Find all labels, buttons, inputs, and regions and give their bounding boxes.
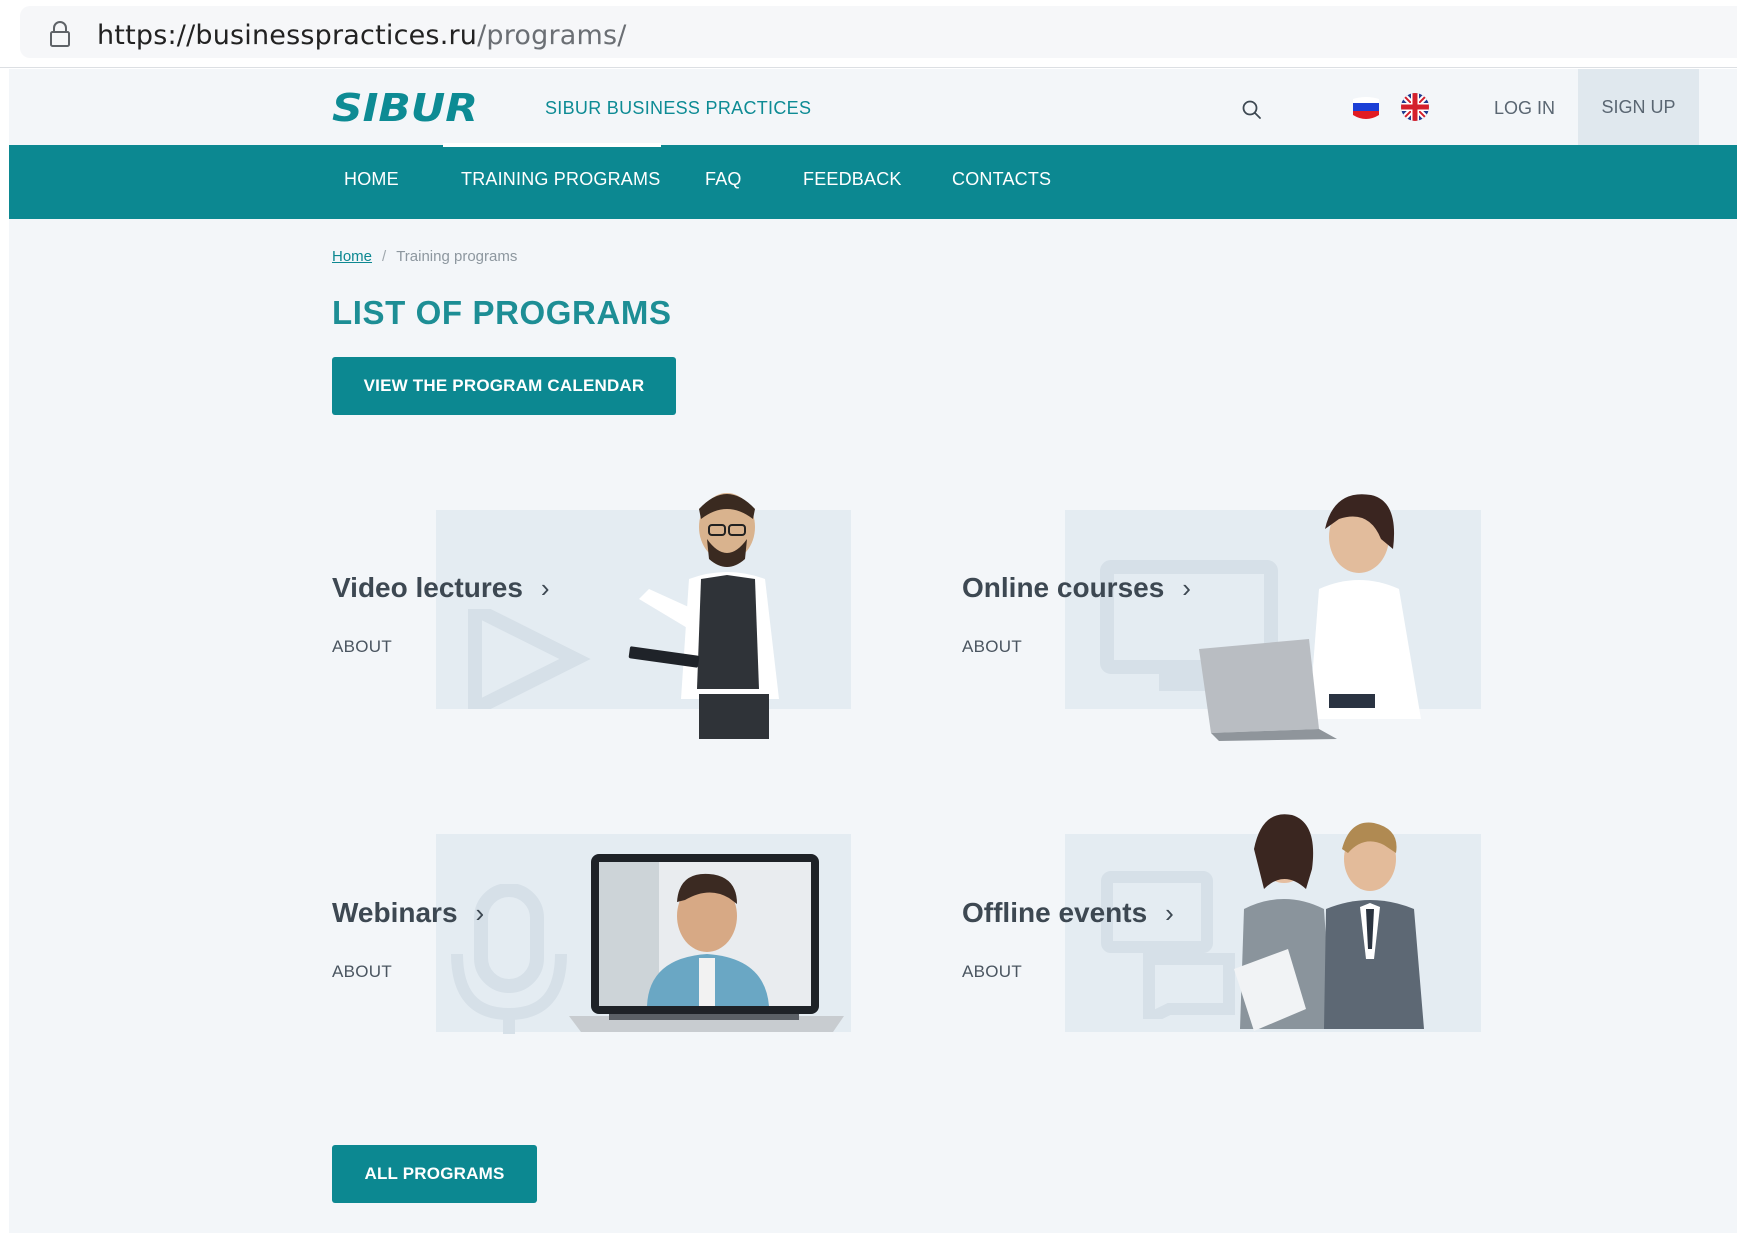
nav-active-indicator	[443, 143, 661, 147]
main-nav: HOME TRAINING PROGRAMS FAQ FEEDBACK CONT…	[9, 145, 1737, 219]
breadcrumb: Home / Training programs	[332, 248, 517, 265]
url-path: /programs/	[477, 20, 627, 51]
view-calendar-button[interactable]: VIEW THE PROGRAM CALENDAR	[332, 357, 676, 415]
nav-item-home[interactable]: HOME	[344, 169, 399, 190]
nav-item-training-programs[interactable]: TRAINING PROGRAMS	[461, 169, 660, 190]
search-icon[interactable]	[1241, 99, 1263, 121]
card-title-text: Online courses	[962, 572, 1165, 603]
play-icon	[468, 609, 591, 709]
card-title-text: Webinars	[332, 897, 458, 928]
card-title-video-lectures[interactable]: Video lectures ›	[332, 572, 550, 604]
chevron-right-icon: ›	[475, 898, 485, 928]
nav-item-contacts[interactable]: CONTACTS	[952, 169, 1051, 190]
site-header: SIBUR SIBUR BUSINESS PRACTICES LOG IN SI…	[9, 69, 1737, 145]
lock-icon	[50, 21, 70, 47]
url-field[interactable]: https://businesspractices.ru/programs/	[20, 6, 1737, 58]
card-about-webinars[interactable]: ABOUT	[332, 962, 392, 982]
card-title-text: Offline events	[962, 897, 1148, 928]
web-page: SIBUR SIBUR BUSINESS PRACTICES LOG IN SI…	[9, 69, 1737, 1233]
business-people-illustration	[1234, 814, 1424, 1031]
card-about-online-courses[interactable]: ABOUT	[962, 637, 1022, 657]
browser-address-bar: https://businesspractices.ru/programs/	[0, 0, 1737, 68]
sibur-logo[interactable]: SIBUR	[332, 90, 480, 125]
card-about-offline-events[interactable]: ABOUT	[962, 962, 1022, 982]
chevron-right-icon: ›	[540, 573, 550, 603]
russian-flag-icon[interactable]	[1351, 93, 1381, 123]
card-title-text: Video lectures	[332, 572, 523, 603]
nav-item-feedback[interactable]: FEEDBACK	[803, 169, 902, 190]
signup-button[interactable]: SIGN UP	[1578, 69, 1699, 145]
url-text[interactable]: https://businesspractices.ru/programs/	[97, 20, 627, 51]
breadcrumb-current: Training programs	[396, 248, 518, 265]
logo-text: SIBUR	[332, 90, 478, 125]
laptop-webinar-illustration	[569, 854, 844, 1032]
page-title: LIST OF PROGRAMS	[332, 294, 672, 331]
card-title-webinars[interactable]: Webinars ›	[332, 897, 484, 929]
breadcrumb-separator: /	[382, 248, 387, 265]
chevron-right-icon: ›	[1165, 898, 1174, 928]
site-name[interactable]: SIBUR BUSINESS PRACTICES	[545, 98, 811, 119]
nav-item-faq[interactable]: FAQ	[705, 169, 742, 190]
card-about-video-lectures[interactable]: ABOUT	[332, 637, 392, 657]
url-host: https://businesspractices.ru	[97, 20, 478, 51]
breadcrumb-home[interactable]: Home	[332, 248, 372, 265]
all-programs-button[interactable]: ALL PROGRAMS	[332, 1145, 537, 1203]
chevron-right-icon: ›	[1182, 573, 1191, 603]
british-flag-icon[interactable]	[1399, 91, 1431, 123]
lecturer-illustration	[628, 493, 779, 739]
card-title-offline-events[interactable]: Offline events ›	[962, 897, 1174, 929]
login-link[interactable]: LOG IN	[1494, 98, 1555, 119]
card-title-online-courses[interactable]: Online courses ›	[962, 572, 1191, 604]
woman-laptop-illustration	[1199, 494, 1421, 741]
